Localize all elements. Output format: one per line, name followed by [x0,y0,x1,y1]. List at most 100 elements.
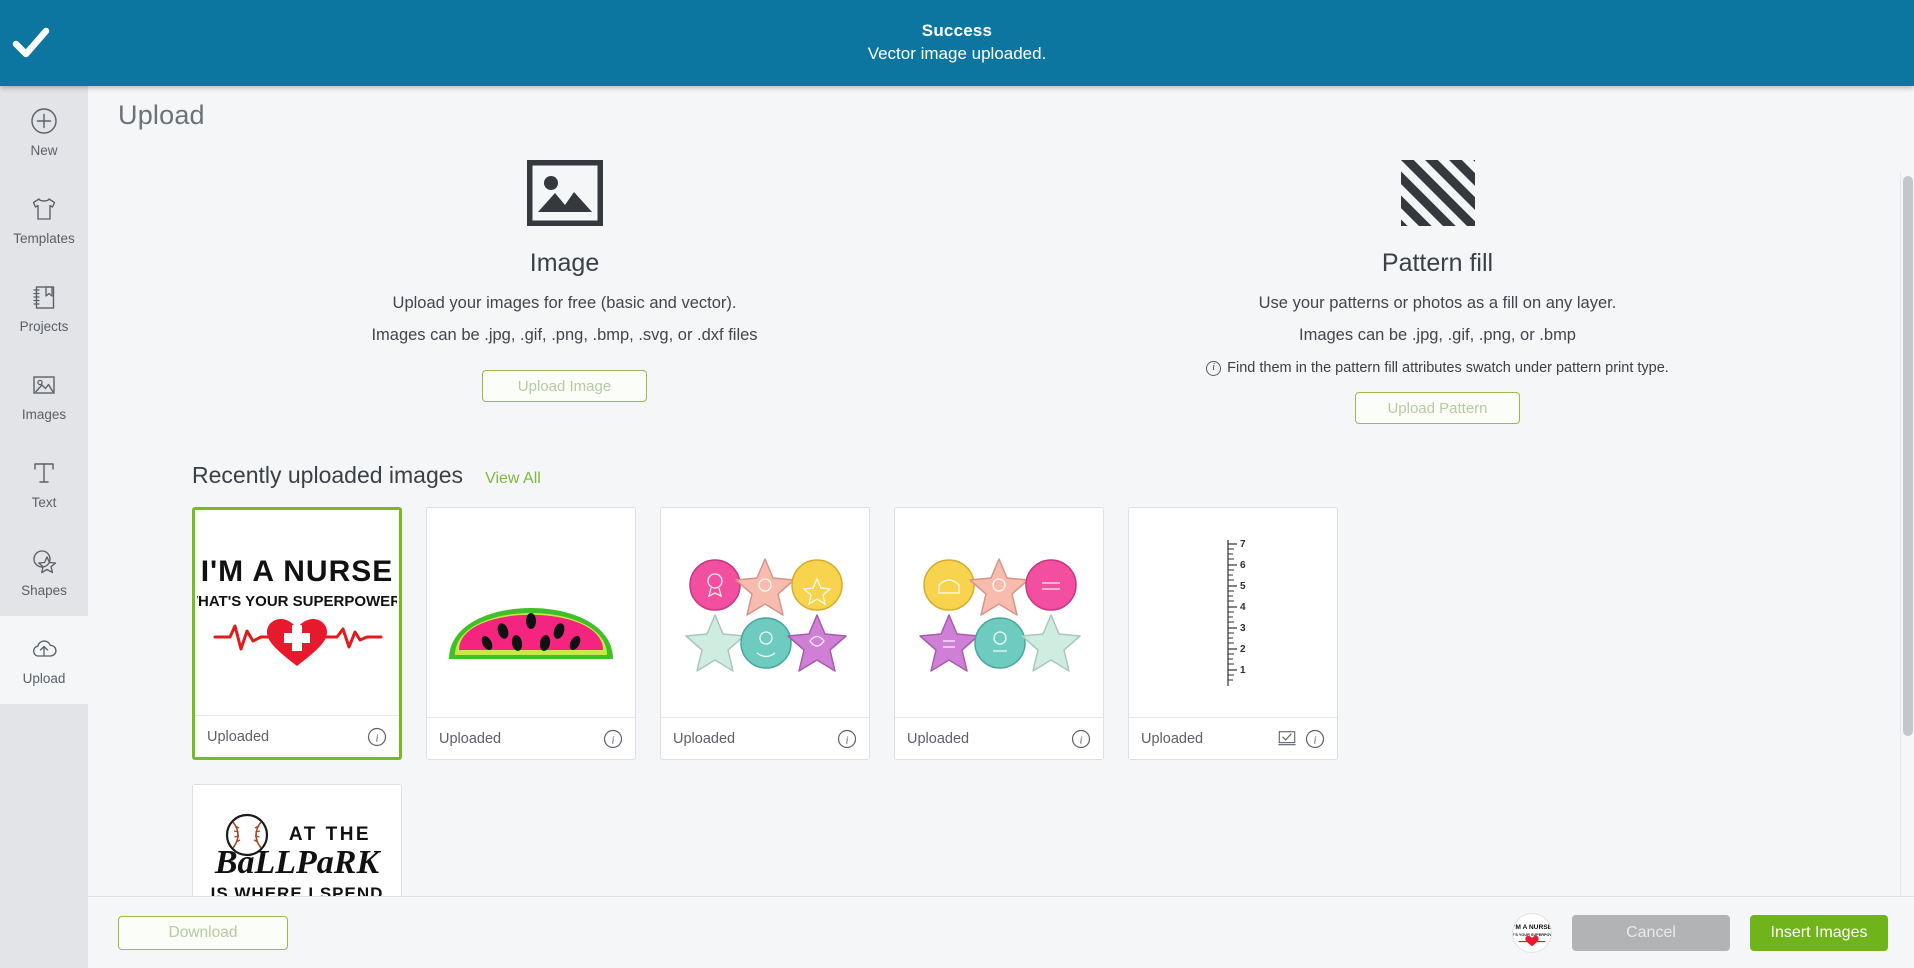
nurse-artwork: I'M A NURSE WHAT'S YOUR SUPERPOWER? [197,555,397,666]
option-line-2: Images can be .jpg, .gif, .png, .bmp, .s… [371,326,758,344]
option-title: Pattern fill [1381,249,1494,277]
info-icon[interactable]: i [1305,729,1325,749]
card-footer: Uploaded i [1129,717,1337,759]
option-line-1: Upload your images for free (basic and v… [392,294,737,312]
info-icon[interactable]: i [367,727,387,747]
toast-subtitle: Vector image uploaded. [867,44,1047,63]
image-card[interactable]: 7 6 5 4 3 2 1 Uploaded i [1128,507,1338,760]
page-title: Upload [118,100,205,130]
notebook-icon [29,282,59,312]
svg-text:3: 3 [1240,623,1246,634]
card-footer: Uploaded i [195,715,399,757]
svg-text:6: 6 [1240,560,1246,571]
card-thumbnail: 7 6 5 4 3 2 1 [1129,508,1337,717]
sidebar-item-shapes[interactable]: Shapes [0,528,88,616]
sidebar-item-upload[interactable]: Upload [0,616,88,704]
image-card[interactable]: Uploaded i [426,507,636,760]
left-sidebar: New Templates Projects Images Text Shape… [0,86,88,968]
svg-text:i: i [611,734,614,746]
action-bar-right: I'M A NURSE WHAT'S YOUR SUPERPOWER? Canc… [1512,912,1888,953]
cut-preview-icon[interactable] [1277,729,1297,749]
selected-image-thumbnail: I'M A NURSE WHAT'S YOUR SUPERPOWER? [1512,912,1552,953]
sidebar-item-label: New [30,143,58,158]
svg-text:I'M A NURSE: I'M A NURSE [1513,924,1551,931]
svg-text:5: 5 [1240,581,1246,592]
card-thumbnail [895,508,1103,717]
ruler-artwork: 7 6 5 4 3 2 1 [1227,539,1246,686]
upload-screen: Success Vector image uploaded. New Templ… [0,0,1914,968]
insert-images-button[interactable]: Insert Images [1750,914,1888,951]
action-bar: Download I'M A NURSE WHAT'S YOUR SUPERPO… [88,896,1914,968]
cloud-upload-icon [29,634,59,664]
recently-uploaded-header: Recently uploaded images View All [88,424,1914,489]
success-toast: Success Vector image uploaded. [0,0,1914,86]
sidebar-item-projects[interactable]: Projects [0,264,88,352]
pattern-note-text: Find them in the pattern fill attributes… [1227,360,1669,376]
svg-text:BaLLPaRK: BaLLPaRK [214,844,382,881]
download-button[interactable]: Download [118,915,288,950]
sidebar-item-label: Shapes [21,583,67,598]
sidebar-item-images[interactable]: Images [0,352,88,440]
vertical-scrollbar[interactable] [1900,172,1914,896]
svg-text:4: 4 [1240,602,1246,613]
svg-text:1: 1 [1240,665,1246,676]
svg-text:i: i [845,734,848,746]
main-scroll-area: Upload Image Upload your images for free… [88,86,1914,968]
svg-text:i: i [1079,734,1082,746]
watermelon-artwork [449,607,613,659]
sidebar-item-label: Projects [19,319,69,334]
image-card[interactable]: Uploaded i [660,507,870,760]
svg-text:2: 2 [1240,644,1246,655]
svg-text:7: 7 [1240,539,1246,550]
badge-stickers-variant-artwork [919,557,1081,672]
shapes-icon [29,546,59,576]
card-footer: Uploaded i [661,717,869,759]
tshirt-icon [29,194,59,224]
sidebar-item-label: Upload [22,671,66,686]
photo-icon [29,370,59,400]
info-icon[interactable]: i [837,729,857,749]
sidebar-item-label: Images [21,407,67,422]
scrollbar-thumb[interactable] [1903,176,1913,736]
sidebar-item-templates[interactable]: Templates [0,176,88,264]
badge-stickers-artwork [685,557,847,672]
card-status: Uploaded [907,730,970,747]
option-line-1: Use your patterns or photos as a fill on… [1258,294,1617,312]
diagonal-stripes-icon [1400,153,1475,233]
sidebar-item-text[interactable]: Text [0,440,88,528]
cancel-button[interactable]: Cancel [1572,914,1730,951]
svg-text:AT THE: AT THE [289,824,371,845]
pattern-fill-note: i Find them in the pattern fill attribut… [1206,360,1669,376]
image-card[interactable]: Uploaded i [894,507,1104,760]
card-status: Uploaded [439,730,502,747]
toast-text: Success Vector image uploaded. [868,20,1047,66]
upload-options: Image Upload your images for free (basic… [88,153,1914,424]
image-placeholder-icon [526,153,603,233]
plus-circle-icon [29,106,59,136]
svg-text:i: i [375,732,378,744]
upload-image-button[interactable]: Upload Image [482,370,647,402]
svg-text:I'M A NURSE: I'M A NURSE [201,555,394,588]
sidebar-item-new[interactable]: New [0,88,88,176]
info-icon[interactable]: i [1071,729,1091,749]
card-thumbnail [427,508,635,717]
upload-pattern-button[interactable]: Upload Pattern [1355,392,1520,424]
check-icon [10,22,52,64]
info-icon: i [1206,360,1222,376]
toast-title: Success [921,21,993,41]
svg-text:i: i [1313,734,1316,746]
card-footer: Uploaded i [427,717,635,759]
recently-uploaded-title: Recently uploaded images [192,462,464,488]
view-all-link[interactable]: View All [485,470,541,488]
svg-text:WHAT'S YOUR SUPERPOWER?: WHAT'S YOUR SUPERPOWER? [1513,932,1551,936]
svg-text:WHAT'S YOUR SUPERPOWER?: WHAT'S YOUR SUPERPOWER? [197,593,397,610]
main-panel: Upload Image Upload your images for free… [88,86,1914,968]
sidebar-item-label: Templates [13,231,75,246]
card-status: Uploaded [1141,730,1204,747]
image-card[interactable]: I'M A NURSE WHAT'S YOUR SUPERPOWER? Uplo… [192,507,402,760]
option-line-2: Images can be .jpg, .gif, .png, or .bmp [1299,326,1576,344]
info-icon[interactable]: i [603,729,623,749]
card-thumbnail: I'M A NURSE WHAT'S YOUR SUPERPOWER? [195,510,399,715]
upload-option-pattern: Pattern fill Use your patterns or photos… [1001,153,1874,424]
upload-option-image: Image Upload your images for free (basic… [128,153,1001,424]
